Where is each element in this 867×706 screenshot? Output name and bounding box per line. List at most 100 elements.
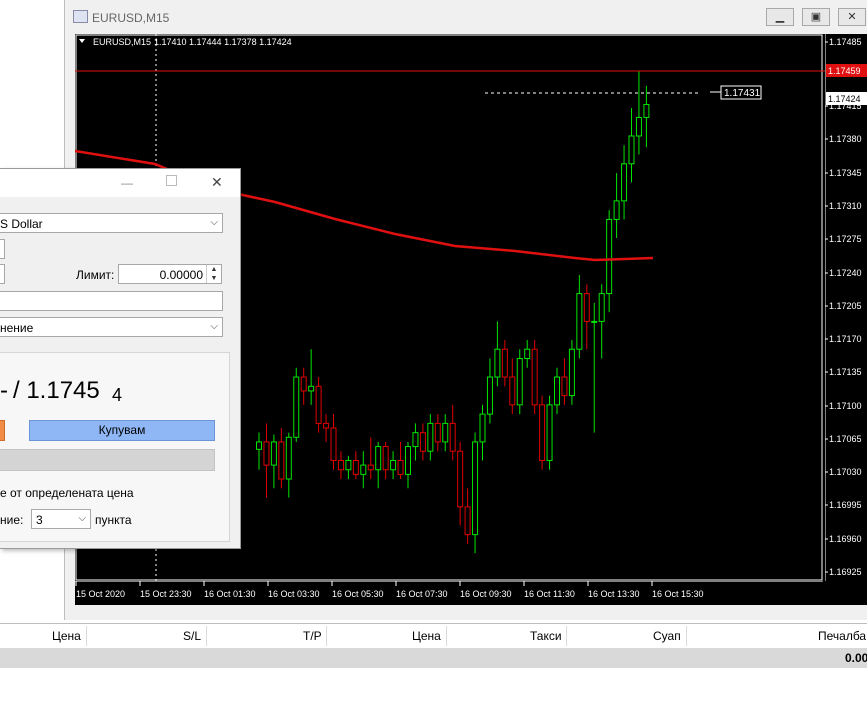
candle-body bbox=[390, 459, 397, 471]
disabled-action-bar bbox=[0, 449, 215, 471]
order-type-select[interactable]: нение ⌵ bbox=[0, 317, 223, 337]
buy-button[interactable]: Купувам bbox=[29, 420, 215, 441]
time-tick-label: 16 Oct 01:30 bbox=[204, 589, 256, 599]
price-ticks: 1.174851.174151.173801.173451.173101.172… bbox=[825, 37, 862, 577]
candle-body bbox=[375, 446, 382, 471]
current-price-text: 1.17424 bbox=[828, 94, 861, 104]
chevron-down-icon: ⌵ bbox=[210, 217, 218, 228]
candle-body bbox=[501, 348, 508, 378]
candle-body bbox=[337, 459, 344, 471]
price-tick-label: 1.16960 bbox=[829, 534, 862, 544]
dialog-close-icon[interactable]: ✕ bbox=[211, 174, 223, 191]
price-tick-label: 1.17380 bbox=[829, 134, 862, 144]
candle-body bbox=[643, 103, 650, 118]
price-tick-label: 1.16995 bbox=[829, 500, 862, 510]
candle-body bbox=[479, 413, 486, 443]
candle-body bbox=[486, 376, 493, 415]
candle-body bbox=[293, 376, 300, 438]
candle-body bbox=[263, 441, 270, 466]
time-tick-label: 16 Oct 03:30 bbox=[268, 589, 320, 599]
limit-value: 0.00000 bbox=[159, 268, 203, 282]
time-tick-label: 16 Oct 13:30 bbox=[588, 589, 640, 599]
candle-body bbox=[554, 376, 560, 406]
col-sl-header[interactable]: S/L bbox=[183, 629, 201, 643]
ask-price: / 1.1745 bbox=[13, 377, 100, 404]
limit-stepper-icon[interactable]: ▲ ▼ bbox=[206, 265, 221, 283]
candle-body bbox=[546, 404, 553, 461]
candle-body bbox=[531, 348, 538, 406]
candle-body bbox=[345, 459, 352, 471]
maximize-button[interactable]: ▣ bbox=[802, 8, 830, 26]
time-tick-label: 16 Oct 11:30 bbox=[524, 589, 575, 599]
dialog-titlebar[interactable]: — ✕ bbox=[0, 169, 240, 197]
candle-body bbox=[360, 464, 367, 475]
candle-body bbox=[628, 135, 635, 165]
price-tick-label: 1.17345 bbox=[829, 168, 862, 178]
crosshair-price-text: 1.17431 bbox=[724, 88, 761, 99]
col-fees-header[interactable]: Такси bbox=[530, 629, 562, 643]
candle-body bbox=[397, 459, 404, 475]
candle-body bbox=[419, 432, 426, 452]
dialog-minimize-icon[interactable]: — bbox=[121, 176, 133, 190]
slippage-select[interactable]: 3 ⌵ bbox=[31, 509, 91, 529]
price-tick-label: 1.17240 bbox=[829, 268, 862, 278]
candle-body bbox=[635, 116, 642, 137]
candle-body bbox=[405, 446, 411, 475]
candle-body bbox=[434, 422, 441, 443]
candle-body bbox=[427, 422, 434, 452]
candle-body bbox=[613, 200, 620, 220]
minimize-button[interactable]: ▁ bbox=[766, 8, 794, 26]
candle-body bbox=[598, 293, 605, 322]
col-price2-header[interactable]: Цена bbox=[412, 629, 441, 643]
ask-price-last-digit: 4 bbox=[112, 385, 123, 405]
minimize-icon: ▁ bbox=[775, 11, 785, 23]
sell-button[interactable] bbox=[0, 420, 5, 441]
price-tick-label: 1.17030 bbox=[829, 467, 862, 477]
candle-body bbox=[621, 163, 628, 202]
points-label: пункта bbox=[95, 513, 132, 527]
chevron-down-icon: ⌵ bbox=[78, 513, 86, 524]
order-dialog[interactable]: — ✕ S Dollar ⌵ Лимит: 0.00000 ▲ ▼ нение ⌵… bbox=[0, 168, 241, 549]
candle-body bbox=[606, 218, 613, 295]
trade-table-header: Цена S/L T/P Цена Такси Суап Печалба bbox=[0, 623, 867, 649]
price-tick-label: 1.17275 bbox=[829, 234, 862, 244]
current-price-label: 1.17424 bbox=[826, 92, 867, 105]
col-profit-header[interactable]: Печалба bbox=[818, 629, 866, 643]
col-price-header[interactable]: Цена bbox=[52, 629, 81, 643]
price-tick-label: 1.17170 bbox=[829, 334, 862, 344]
volume-input[interactable] bbox=[0, 239, 5, 259]
candle-body bbox=[576, 293, 583, 350]
time-tick-label: 16 Oct 05:30 bbox=[332, 589, 384, 599]
chevron-down-icon: ⌵ bbox=[210, 321, 218, 332]
candle-body bbox=[464, 506, 471, 536]
candle-body bbox=[330, 427, 337, 461]
candle-body bbox=[323, 422, 330, 429]
candle-body bbox=[352, 459, 359, 475]
time-axis[interactable]: 15 Oct 2020 15 Oct 23:30 16 Oct 01:30 16 Oc… bbox=[75, 580, 867, 605]
price-tick-label: 1.17485 bbox=[829, 37, 862, 47]
symbol-select[interactable]: S Dollar ⌵ bbox=[0, 213, 223, 233]
chart-titlebar[interactable]: EURUSD,M15 ▁ ▣ ✕ bbox=[65, 0, 867, 34]
candle-body bbox=[367, 464, 374, 471]
comment-input[interactable] bbox=[0, 291, 223, 311]
col-swap-header[interactable]: Суап bbox=[653, 629, 681, 643]
time-tick-label: 15 Oct 2020 bbox=[76, 589, 125, 599]
candle-body bbox=[568, 348, 575, 397]
candle-body bbox=[308, 385, 315, 392]
col-tp-header[interactable]: T/P bbox=[303, 629, 322, 643]
price-tick-label: 1.17065 bbox=[829, 434, 862, 444]
candle-body bbox=[509, 376, 516, 406]
candle-body bbox=[256, 441, 262, 450]
limit-label: Лимит: bbox=[76, 268, 115, 282]
bid-price-fragment: - bbox=[0, 377, 8, 404]
dialog-maximize-icon[interactable] bbox=[166, 175, 177, 186]
limit-input[interactable]: 0.00000 ▲ ▼ bbox=[118, 264, 222, 284]
price-axis[interactable]: 1.17485 1.17415 1.17380 1.17345 1.17310 1.172… bbox=[824, 34, 867, 587]
symbol-select-value: S Dollar bbox=[0, 217, 43, 231]
chart-info-symbol: EURUSD,M15 bbox=[93, 37, 151, 47]
candle-body bbox=[591, 320, 598, 323]
time-tick-label: 15 Oct 23:30 bbox=[140, 589, 192, 599]
close-button[interactable]: ✕ bbox=[838, 8, 866, 26]
candle-body bbox=[300, 376, 307, 392]
stop-loss-input[interactable] bbox=[0, 264, 5, 284]
